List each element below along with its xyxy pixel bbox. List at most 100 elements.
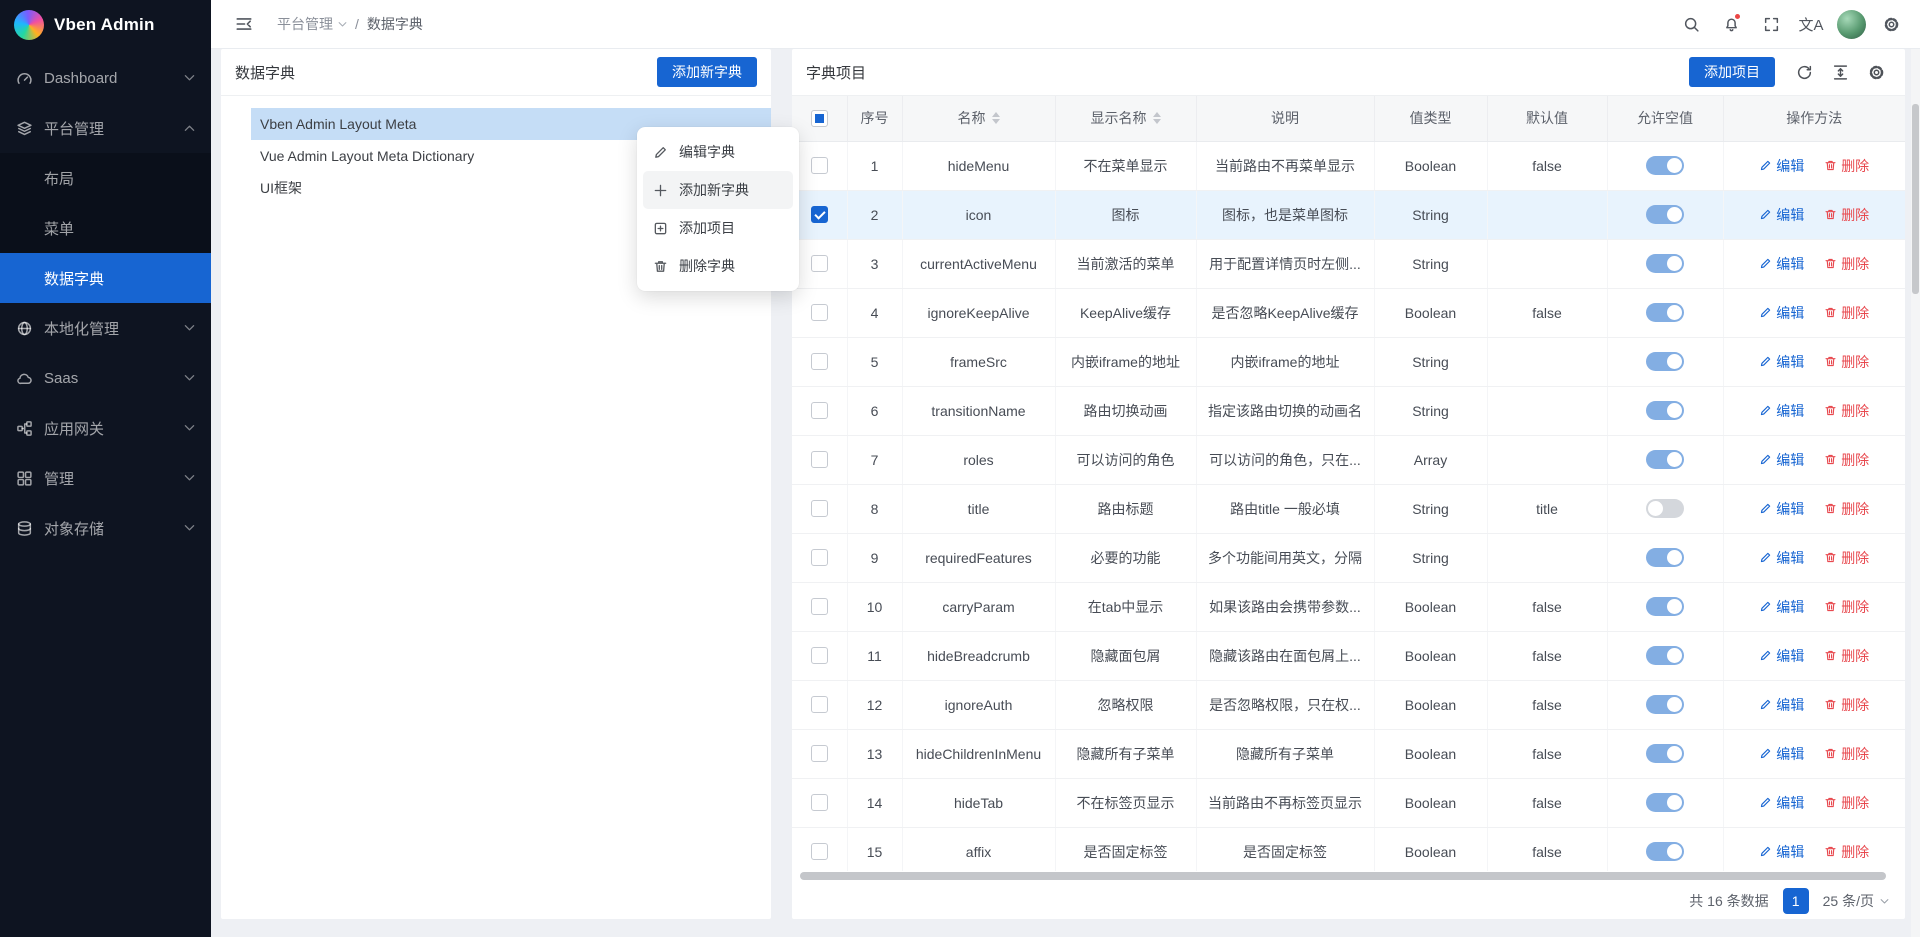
edit-link[interactable]: 编辑 (1759, 303, 1804, 323)
allow-null-toggle[interactable] (1646, 450, 1684, 469)
row-checkbox[interactable] (811, 402, 828, 419)
column-settings-button[interactable] (1861, 57, 1891, 87)
row-checkbox[interactable] (811, 745, 828, 762)
notifications-button[interactable] (1714, 7, 1748, 41)
allow-null-toggle[interactable] (1646, 156, 1684, 175)
allow-null-toggle[interactable] (1646, 597, 1684, 616)
delete-link[interactable]: 删除 (1824, 499, 1869, 519)
user-menu-button[interactable] (1834, 7, 1868, 41)
allow-null-toggle[interactable] (1646, 695, 1684, 714)
sidebar-item-menu[interactable]: 菜单 (0, 203, 211, 253)
breadcrumb-section[interactable]: 平台管理 (277, 14, 347, 34)
sidebar-item-app-gateway[interactable]: 应用网关 (0, 403, 211, 453)
allow-null-toggle[interactable] (1646, 548, 1684, 567)
edit-link[interactable]: 编辑 (1759, 597, 1804, 617)
edit-link[interactable]: 编辑 (1759, 352, 1804, 372)
edit-link[interactable]: 编辑 (1759, 450, 1804, 470)
edit-link[interactable]: 编辑 (1759, 548, 1804, 568)
delete-link[interactable]: 删除 (1824, 842, 1869, 862)
add-item-button[interactable]: 添加项目 (1689, 57, 1775, 87)
delete-link[interactable]: 删除 (1824, 352, 1869, 372)
select-all-checkbox[interactable] (811, 110, 828, 127)
page-size-select[interactable]: 25 条/页 (1823, 891, 1889, 911)
allow-null-toggle[interactable] (1646, 401, 1684, 420)
search-button[interactable] (1674, 7, 1708, 41)
delete-link[interactable]: 删除 (1824, 205, 1869, 225)
horizontal-scrollbar-thumb[interactable] (800, 872, 1886, 880)
allow-null-toggle[interactable] (1646, 646, 1684, 665)
delete-link[interactable]: 删除 (1824, 303, 1869, 323)
context-menu-add-dictionary[interactable]: 添加新字典 (643, 171, 793, 209)
edit-link[interactable]: 编辑 (1759, 695, 1804, 715)
edit-link[interactable]: 编辑 (1759, 401, 1804, 421)
sidebar-item-layout[interactable]: 布局 (0, 153, 211, 203)
delete-link[interactable]: 删除 (1824, 548, 1869, 568)
sort-icons[interactable] (1153, 112, 1161, 124)
sort-icons[interactable] (992, 112, 1000, 124)
edit-link[interactable]: 编辑 (1759, 842, 1804, 862)
edit-link[interactable]: 编辑 (1759, 254, 1804, 274)
row-checkbox[interactable] (811, 304, 828, 321)
edit-link[interactable]: 编辑 (1759, 646, 1804, 666)
delete-link[interactable]: 删除 (1824, 156, 1869, 176)
edit-link-label: 编辑 (1776, 548, 1804, 568)
sidebar-item-object-storage[interactable]: 对象存储 (0, 503, 211, 553)
allow-null-toggle[interactable] (1646, 205, 1684, 224)
fullscreen-button[interactable] (1754, 7, 1788, 41)
app-logo[interactable]: Vben Admin (0, 0, 211, 49)
row-checkbox[interactable] (811, 647, 828, 664)
sidebar-item-platform[interactable]: 平台管理 (0, 103, 211, 153)
allow-null-toggle[interactable] (1646, 303, 1684, 322)
edit-link[interactable]: 编辑 (1759, 156, 1804, 176)
column-header-display-name[interactable]: 显示名称 (1055, 96, 1196, 141)
row-checkbox[interactable] (811, 451, 828, 468)
row-checkbox[interactable] (811, 843, 828, 860)
delete-link[interactable]: 删除 (1824, 597, 1869, 617)
refresh-button[interactable] (1789, 57, 1819, 87)
page-button-1[interactable]: 1 (1783, 888, 1809, 914)
allow-null-toggle[interactable] (1646, 254, 1684, 273)
row-checkbox[interactable] (811, 500, 828, 517)
row-checkbox[interactable] (811, 157, 828, 174)
row-checkbox[interactable] (811, 353, 828, 370)
delete-link[interactable]: 删除 (1824, 793, 1869, 813)
row-checkbox[interactable] (811, 255, 828, 272)
sidebar-item-dashboard[interactable]: Dashboard (0, 53, 211, 103)
row-checkbox[interactable] (811, 206, 828, 223)
vertical-scrollbar-thumb[interactable] (1912, 104, 1919, 294)
delete-link[interactable]: 删除 (1824, 401, 1869, 421)
row-checkbox[interactable] (811, 598, 828, 615)
row-checkbox[interactable] (811, 794, 828, 811)
allow-null-toggle[interactable] (1646, 499, 1684, 518)
sidebar-item-data-dictionary[interactable]: 数据字典 (0, 253, 211, 303)
language-button[interactable]: 文A (1794, 7, 1828, 41)
edit-link[interactable]: 编辑 (1759, 499, 1804, 519)
row-checkbox[interactable] (811, 549, 828, 566)
allow-null-toggle[interactable] (1646, 744, 1684, 763)
column-header-name[interactable]: 名称 (902, 96, 1055, 141)
edit-link[interactable]: 编辑 (1759, 205, 1804, 225)
sidebar-fold-button[interactable] (227, 7, 261, 41)
delete-link[interactable]: 删除 (1824, 646, 1869, 666)
cell-value-type: Boolean (1374, 729, 1487, 778)
row-height-button[interactable] (1825, 57, 1855, 87)
context-menu-delete-dictionary[interactable]: 删除字典 (643, 247, 793, 285)
row-checkbox[interactable] (811, 696, 828, 713)
context-menu-edit-dictionary[interactable]: 编辑字典 (643, 133, 793, 171)
delete-link[interactable]: 删除 (1824, 254, 1869, 274)
allow-null-toggle[interactable] (1646, 793, 1684, 812)
delete-link[interactable]: 删除 (1824, 744, 1869, 764)
delete-link[interactable]: 删除 (1824, 695, 1869, 715)
edit-link[interactable]: 编辑 (1759, 793, 1804, 813)
edit-link[interactable]: 编辑 (1759, 744, 1804, 764)
sidebar-item-saas[interactable]: Saas (0, 353, 211, 403)
allow-null-toggle[interactable] (1646, 842, 1684, 861)
cell-index: 7 (847, 435, 902, 484)
sidebar-item-management[interactable]: 管理 (0, 453, 211, 503)
delete-link[interactable]: 删除 (1824, 450, 1869, 470)
sidebar-item-localization[interactable]: 本地化管理 (0, 303, 211, 353)
allow-null-toggle[interactable] (1646, 352, 1684, 371)
settings-button[interactable] (1874, 7, 1908, 41)
add-dictionary-button[interactable]: 添加新字典 (657, 57, 757, 87)
context-menu-add-item[interactable]: 添加项目 (643, 209, 793, 247)
